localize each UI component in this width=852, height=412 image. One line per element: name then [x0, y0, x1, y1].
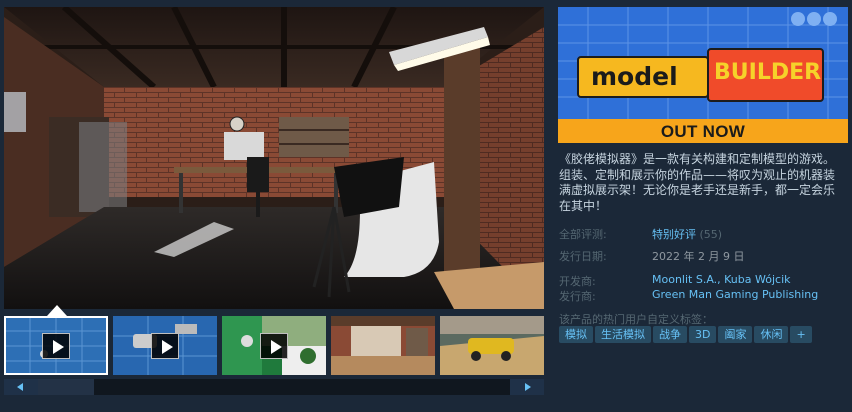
thumbnail-video-3[interactable] — [222, 316, 326, 375]
developer-link[interactable]: Moonlit S.A., Kuba Wójcik — [652, 273, 791, 286]
review-count: (55) — [699, 228, 723, 241]
capsule-logo-model: model — [591, 62, 678, 91]
tag-war[interactable]: 战争 — [653, 326, 687, 343]
tag-life-sim[interactable]: 生活模拟 — [595, 326, 651, 343]
tags-label: 该产品的热门用户自定义标签： — [559, 313, 713, 326]
capsule-banner: OUT NOW — [558, 119, 848, 143]
chevron-right-icon[interactable] — [510, 379, 544, 395]
tag-add-button[interactable]: + — [790, 326, 812, 343]
reviews-label: 全部评测: — [559, 228, 607, 241]
thumbnail-video-1[interactable] — [4, 316, 108, 375]
chevron-left-icon[interactable] — [4, 379, 38, 395]
tag-casual[interactable]: 休闲 — [754, 326, 789, 343]
play-icon — [260, 332, 288, 359]
tag-simulation[interactable]: 模拟 — [559, 326, 593, 343]
reviews-value[interactable]: 特别好评 (55) — [652, 226, 722, 242]
game-capsule: model BUILDER OUT NOW — [558, 7, 848, 143]
thumbnail-strip — [4, 316, 544, 375]
thumbnail-video-2[interactable] — [113, 316, 217, 375]
release-label: 发行日期: — [559, 250, 607, 263]
thumbnail-scrollbar[interactable] — [4, 379, 544, 395]
thumbnail-screenshot-2[interactable] — [440, 316, 544, 375]
tag-list: 模拟 生活模拟 战争 3D 阖家 休闲 + — [559, 326, 812, 343]
scrollbar-handle[interactable] — [38, 379, 94, 395]
thumbnail-screenshot-1-image — [331, 316, 435, 375]
capsule-logo-builder: BUILDER — [714, 60, 822, 85]
workshop-scene — [4, 7, 544, 309]
thumbnail-screenshot-1[interactable] — [331, 316, 435, 375]
publisher-label: 发行商: — [559, 290, 596, 303]
developer-label: 开发商: — [559, 275, 596, 288]
play-icon — [42, 332, 70, 359]
publisher-link[interactable]: Green Man Gaming Publishing — [652, 288, 818, 301]
review-summary-link[interactable]: 特别好评 — [652, 228, 696, 241]
release-date: 2022 年 2 月 9 日 — [652, 250, 745, 263]
tag-3d[interactable]: 3D — [689, 326, 717, 343]
game-description: 《胶佬模拟器》是一款有关构建和定制模型的游戏。组装、定制和展示你的作品——将叹为… — [559, 152, 836, 213]
tag-family[interactable]: 阖家 — [718, 326, 753, 343]
main-screenshot[interactable] — [4, 7, 544, 309]
play-icon — [151, 332, 179, 359]
thumbnail-screenshot-2-image — [440, 316, 544, 375]
selected-thumb-indicator — [47, 305, 67, 316]
